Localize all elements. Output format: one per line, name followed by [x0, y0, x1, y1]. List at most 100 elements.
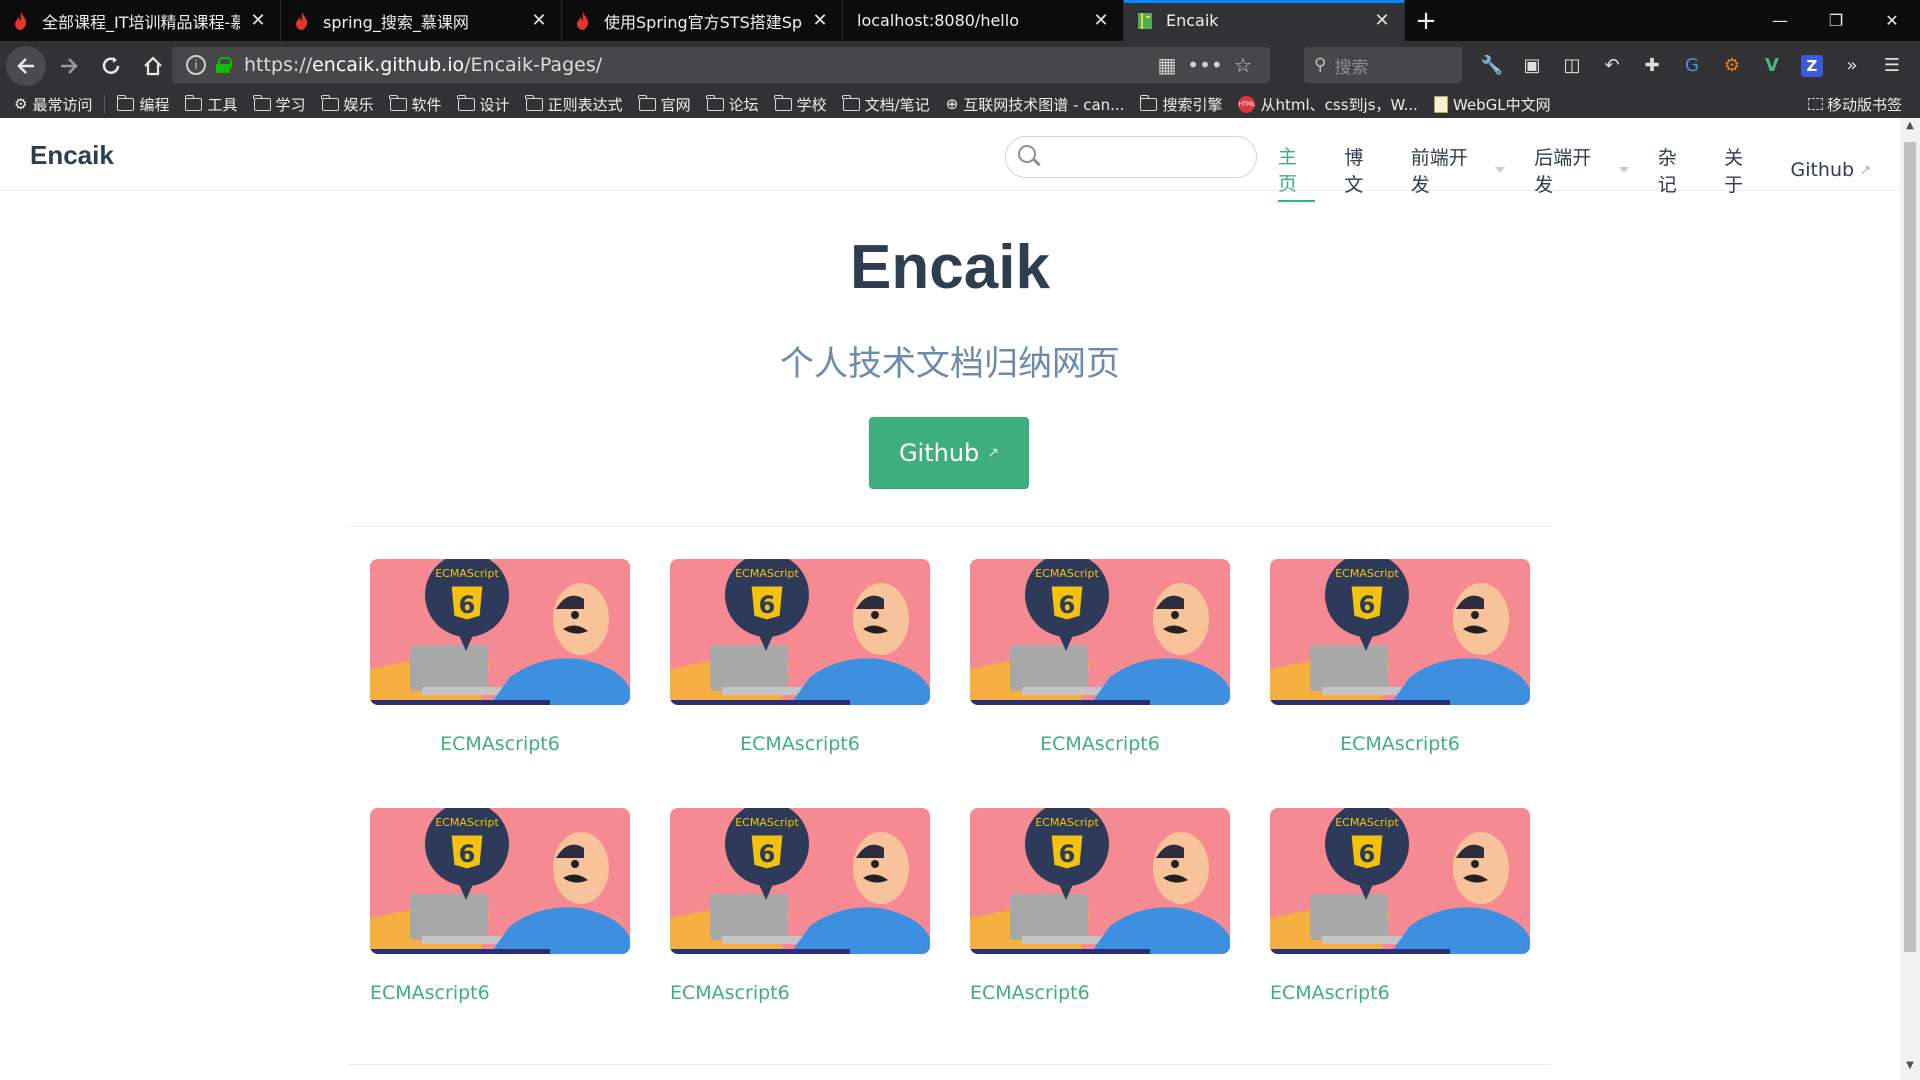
feature-card[interactable]: 6 ECMAScript ECMAscript6: [370, 808, 630, 1004]
browser-tab-active[interactable]: Encaik ✕: [1124, 0, 1405, 41]
close-tab-icon[interactable]: ✕: [810, 10, 830, 31]
card-label[interactable]: ECMAscript6: [670, 733, 930, 755]
restore-icon[interactable]: ❐: [1808, 0, 1864, 41]
lock-icon: [216, 57, 232, 73]
github-button[interactable]: Github ↗: [869, 417, 1029, 489]
scrollbar-thumb[interactable]: [1904, 142, 1916, 952]
feature-card[interactable]: 6 ECMAScript ECMAscript6: [970, 808, 1230, 1004]
bookmark-folder[interactable]: 学校: [767, 94, 835, 115]
close-tab-icon[interactable]: ✕: [248, 10, 268, 31]
card-thumbnail[interactable]: 6 ECMAScript: [370, 559, 630, 705]
bookmark-folder[interactable]: 编程: [109, 94, 177, 115]
card-label[interactable]: ECMAscript6: [970, 982, 1090, 1004]
browser-tab[interactable]: spring_搜索_慕课网 ✕: [281, 0, 562, 41]
feature-card[interactable]: 6 ECMAScript ECMAscript6: [370, 559, 630, 755]
bookmark-link[interactable]: WebGL中文网: [1426, 94, 1559, 115]
browser-search-input[interactable]: ⚲ 搜索: [1304, 47, 1462, 83]
back-button[interactable]: [6, 45, 46, 86]
feature-card[interactable]: 6 ECMAScript ECMAscript6: [970, 559, 1230, 755]
scroll-down-arrow-icon[interactable]: ▼: [1900, 1060, 1920, 1078]
new-tab-button[interactable]: +: [1405, 0, 1447, 41]
feature-card[interactable]: 6 ECMAScript ECMAscript6: [1270, 559, 1530, 755]
reload-button[interactable]: [92, 47, 130, 85]
bookmark-folder[interactable]: 软件: [382, 94, 450, 115]
nav-item-notes[interactable]: 杂记: [1658, 142, 1695, 202]
folder-icon: [116, 94, 135, 111]
close-window-icon[interactable]: ✕: [1864, 0, 1920, 41]
card-thumbnail[interactable]: 6 ECMAScript: [670, 808, 930, 954]
browser-tab[interactable]: localhost:8080/hello ✕: [843, 0, 1124, 41]
bookmark-star-icon[interactable]: ☆: [1224, 53, 1262, 77]
card-thumbnail[interactable]: 6 ECMAScript: [970, 808, 1230, 954]
site-search-input[interactable]: [1005, 136, 1257, 178]
bookmark-folder[interactable]: 官网: [631, 94, 699, 115]
bookmark-link[interactable]: ⊕ 互联网技术图谱 - can...: [938, 94, 1133, 115]
folder-icon: [253, 94, 271, 111]
page-scrollbar[interactable]: ▲ ▼: [1900, 118, 1920, 1080]
feature-card[interactable]: 6 ECMAScript ECMAscript6: [670, 559, 930, 755]
card-label[interactable]: ECMAscript6: [370, 982, 490, 1004]
bookmark-folder[interactable]: 论坛: [699, 94, 767, 115]
bookmark-folder[interactable]: 学习: [246, 94, 314, 115]
svg-text:ECMAScript: ECMAScript: [435, 816, 499, 829]
overflow-chevron-icon[interactable]: »: [1832, 55, 1872, 76]
translate-icon[interactable]: G: [1672, 55, 1712, 76]
reader-view-icon[interactable]: ◫: [1552, 55, 1592, 76]
puzzle-icon[interactable]: ✚: [1632, 55, 1672, 76]
card-label[interactable]: ECMAscript6: [370, 733, 630, 755]
minimize-icon[interactable]: —: [1752, 0, 1808, 41]
svg-text:6: 6: [1059, 591, 1076, 619]
address-bar[interactable]: i https://encaik.github.io/Encaik-Pages/…: [172, 47, 1270, 83]
card-thumbnail[interactable]: 6 ECMAScript: [970, 559, 1230, 705]
es6-illustration-icon: 6 ECMAScript: [970, 559, 1230, 705]
bookmark-folder[interactable]: 文档/笔记: [835, 94, 938, 115]
card-thumbnail[interactable]: 6 ECMAScript: [1270, 808, 1530, 954]
gear-extension-icon[interactable]: ⚙: [1712, 55, 1752, 76]
bookmark-folder[interactable]: 设计: [450, 94, 518, 115]
site-brand[interactable]: Encaik: [30, 140, 114, 171]
bookmarks-toolbar: ⚙ 最常访问 编程 工具 学习 娱乐 软件 设计 正则表达式 官网 论坛 学校 …: [0, 90, 1920, 118]
nav-item-about[interactable]: 关于: [1724, 142, 1761, 202]
z-extension-icon[interactable]: Z: [1801, 54, 1823, 77]
menu-hamburger-icon[interactable]: ☰: [1872, 55, 1912, 76]
card-label[interactable]: ECMAscript6: [1270, 982, 1390, 1004]
info-icon[interactable]: i: [186, 55, 206, 75]
card-thumbnail[interactable]: 6 ECMAScript: [370, 808, 630, 954]
card-thumbnail[interactable]: 6 ECMAScript: [1270, 559, 1530, 705]
nav-item-home[interactable]: 主页: [1278, 142, 1316, 202]
close-tab-icon[interactable]: ✕: [1091, 10, 1111, 31]
card-label[interactable]: ECMAscript6: [970, 733, 1230, 755]
more-actions-icon[interactable]: •••: [1186, 53, 1224, 77]
bookmark-folder[interactable]: 搜索引擎: [1132, 94, 1230, 115]
es6-illustration-icon: 6 ECMAScript: [1270, 559, 1530, 705]
url-text[interactable]: https://encaik.github.io/Encaik-Pages/: [244, 54, 1148, 76]
close-tab-icon[interactable]: ✕: [529, 10, 549, 31]
nav-item-backend[interactable]: 后端开发: [1534, 142, 1629, 202]
browser-tab[interactable]: 使用Spring官方STS搭建Sprin ✕: [562, 0, 843, 41]
bookmark-link[interactable]: HTML 从html、css到js，W...: [1230, 94, 1425, 115]
nav-item-github[interactable]: Github ↗: [1790, 142, 1871, 202]
card-label[interactable]: ECMAscript6: [1270, 733, 1530, 755]
screenshot-icon[interactable]: ▣: [1512, 55, 1552, 76]
qr-code-icon[interactable]: ▦: [1148, 53, 1186, 77]
vue-devtools-icon[interactable]: V: [1752, 55, 1792, 76]
forward-button[interactable]: [50, 47, 88, 85]
feature-card[interactable]: 6 ECMAScript ECMAscript6: [1270, 808, 1530, 1004]
nav-item-frontend[interactable]: 前端开发: [1411, 142, 1506, 202]
browser-tab[interactable]: 全部课程_IT培训精品课程-慕课 ✕: [0, 0, 281, 41]
bookmark-mobile[interactable]: 移动版书签: [1807, 90, 1902, 118]
home-button[interactable]: [134, 47, 172, 85]
site-favicon-icon: [1136, 12, 1154, 30]
bookmark-folder[interactable]: 娱乐: [314, 94, 382, 115]
wrench-icon[interactable]: 🔧: [1472, 55, 1512, 76]
scroll-up-arrow-icon[interactable]: ▲: [1900, 120, 1920, 138]
undo-icon[interactable]: ↶: [1592, 55, 1632, 76]
card-label[interactable]: ECMAscript6: [670, 982, 790, 1004]
bookmark-folder[interactable]: 工具: [177, 94, 245, 115]
close-tab-icon[interactable]: ✕: [1372, 10, 1392, 31]
card-thumbnail[interactable]: 6 ECMAScript: [670, 559, 930, 705]
feature-card[interactable]: 6 ECMAScript ECMAscript6: [670, 808, 930, 1004]
nav-item-posts[interactable]: 博文: [1344, 142, 1381, 202]
bookmark-folder[interactable]: 正则表达式: [518, 94, 631, 115]
bookmark-most-visited[interactable]: ⚙ 最常访问: [0, 94, 100, 115]
